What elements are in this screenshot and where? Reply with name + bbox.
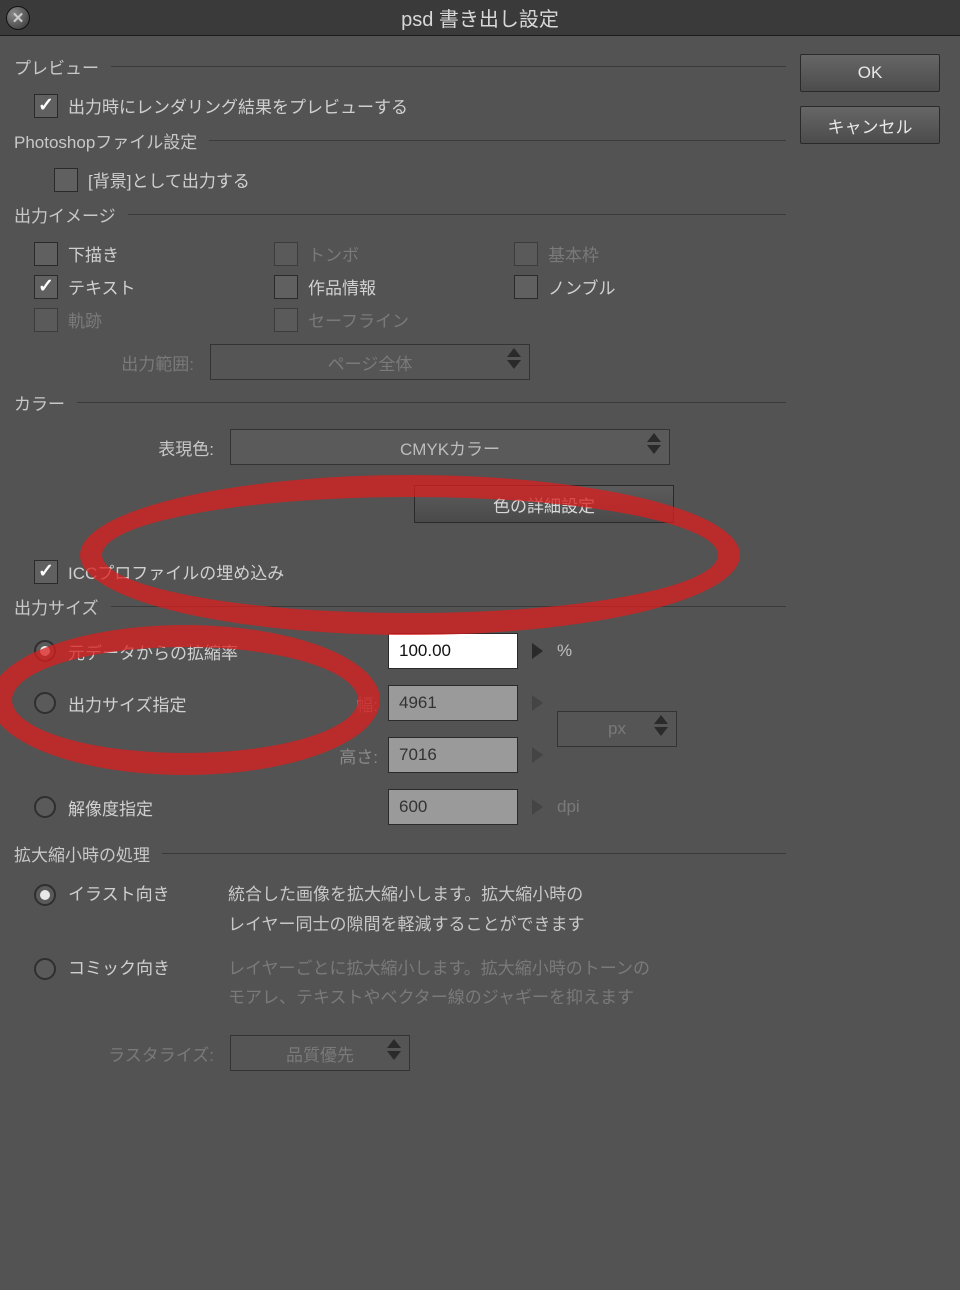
section-color: カラー 表現色: CMYKカラー 色の詳細設定 ICCプロファイルの埋め込み: [14, 390, 786, 584]
trace-label: 軌跡: [68, 307, 102, 332]
comic-description: レイヤーごとに拡大縮小します。拡大縮小時のトーンの モアレ、テキストやベクター線…: [228, 954, 786, 1014]
section-header-color: カラー: [14, 390, 65, 415]
dpi-unit: dpi: [557, 797, 580, 817]
express-color-label: 表現色:: [114, 435, 214, 460]
ok-button[interactable]: OK: [800, 54, 940, 92]
window-title: psd 書き出し設定: [0, 3, 960, 32]
section-header-output-image: 出力イメージ: [14, 202, 116, 227]
nombre-checkbox[interactable]: [514, 275, 538, 299]
scale-unit: %: [557, 641, 572, 661]
background-checkbox-label: [背景]として出力する: [88, 167, 250, 192]
express-color-select[interactable]: CMYKカラー: [230, 429, 670, 465]
section-header-photoshop: Photoshopファイル設定: [14, 128, 197, 153]
section-output-image: 出力イメージ 下描き トンボ 基本枠 テキスト 作品情報 ノンブル 軌跡 セーフ…: [14, 202, 786, 380]
scale-radio[interactable]: [34, 640, 56, 662]
dpi-radio[interactable]: [34, 796, 56, 818]
express-color-value: CMYKカラー: [400, 435, 500, 460]
tombo-checkbox[interactable]: [274, 242, 298, 266]
comic-radio[interactable]: [34, 958, 56, 980]
text-label: テキスト: [68, 274, 136, 299]
illust-radio-label: イラスト向き: [68, 880, 228, 905]
text-checkbox[interactable]: [34, 275, 58, 299]
dpi-radio-label: 解像度指定: [68, 795, 278, 820]
arrow-right-icon[interactable]: [532, 695, 543, 711]
cancel-button[interactable]: キャンセル: [800, 106, 940, 144]
section-header-scaling: 拡大縮小時の処理: [14, 841, 150, 866]
stepper-icon: [647, 433, 661, 454]
background-checkbox[interactable]: [54, 168, 78, 192]
preview-checkbox-label: 出力時にレンダリング結果をプレビューする: [68, 93, 408, 118]
arrow-right-icon[interactable]: [532, 747, 543, 763]
stepper-icon: [387, 1039, 401, 1060]
width-label: 幅:: [278, 691, 378, 716]
trace-checkbox[interactable]: [34, 308, 58, 332]
arrow-right-icon[interactable]: [532, 799, 543, 815]
section-scaling: 拡大縮小時の処理 イラスト向き 統合した画像を拡大縮小します。拡大縮小時の レイ…: [14, 841, 786, 1071]
output-range-label: 出力範囲:: [74, 350, 194, 375]
rasterize-value: 品質優先: [286, 1041, 354, 1066]
height-input[interactable]: [388, 737, 518, 773]
specify-size-radio[interactable]: [34, 692, 56, 714]
dialog-body: プレビュー 出力時にレンダリング結果をプレビューする Photoshopファイル…: [0, 36, 960, 1290]
output-range-value: ページ全体: [328, 350, 413, 375]
icc-profile-label: ICCプロファイルの埋め込み: [68, 559, 284, 584]
illust-description: 統合した画像を拡大縮小します。拡大縮小時の レイヤー同士の隙間を軽減することがで…: [228, 880, 786, 940]
nombre-label: ノンブル: [548, 274, 616, 299]
color-detail-button[interactable]: 色の詳細設定: [414, 485, 674, 523]
px-unit-select[interactable]: px: [557, 711, 677, 747]
section-header-preview: プレビュー: [14, 54, 99, 79]
workinfo-checkbox[interactable]: [274, 275, 298, 299]
basicframe-label: 基本枠: [548, 241, 599, 266]
scale-input[interactable]: [388, 633, 518, 669]
close-icon[interactable]: ✕: [6, 6, 30, 30]
workinfo-label: 作品情報: [308, 274, 376, 299]
height-label: 高さ:: [278, 743, 378, 768]
specify-size-label: 出力サイズ指定: [68, 691, 278, 716]
section-output-size: 出力サイズ 元データからの拡縮率 % 出力サイズ指定 幅: px: [14, 594, 786, 825]
tombo-label: トンボ: [308, 241, 359, 266]
width-input[interactable]: [388, 685, 518, 721]
preview-checkbox[interactable]: [34, 94, 58, 118]
icc-profile-checkbox[interactable]: [34, 560, 58, 584]
stepper-icon: [654, 715, 668, 736]
illust-radio[interactable]: [34, 884, 56, 906]
px-unit-value: px: [608, 719, 626, 739]
section-preview: プレビュー 出力時にレンダリング結果をプレビューする: [14, 54, 786, 118]
stepper-icon: [507, 348, 521, 369]
safeline-checkbox[interactable]: [274, 308, 298, 332]
dpi-input[interactable]: [388, 789, 518, 825]
rasterize-select[interactable]: 品質優先: [230, 1035, 410, 1071]
rasterize-label: ラスタライズ:: [74, 1041, 214, 1066]
draft-checkbox[interactable]: [34, 242, 58, 266]
section-photoshop: Photoshopファイル設定 [背景]として出力する: [14, 128, 786, 192]
safeline-label: セーフライン: [308, 307, 409, 332]
titlebar: ✕ psd 書き出し設定: [0, 0, 960, 36]
output-range-select[interactable]: ページ全体: [210, 344, 530, 380]
comic-radio-label: コミック向き: [68, 954, 228, 979]
scale-radio-label: 元データからの拡縮率: [68, 639, 278, 664]
draft-label: 下描き: [68, 241, 119, 266]
basicframe-checkbox[interactable]: [514, 242, 538, 266]
arrow-right-icon[interactable]: [532, 643, 543, 659]
section-header-output-size: 出力サイズ: [14, 594, 99, 619]
